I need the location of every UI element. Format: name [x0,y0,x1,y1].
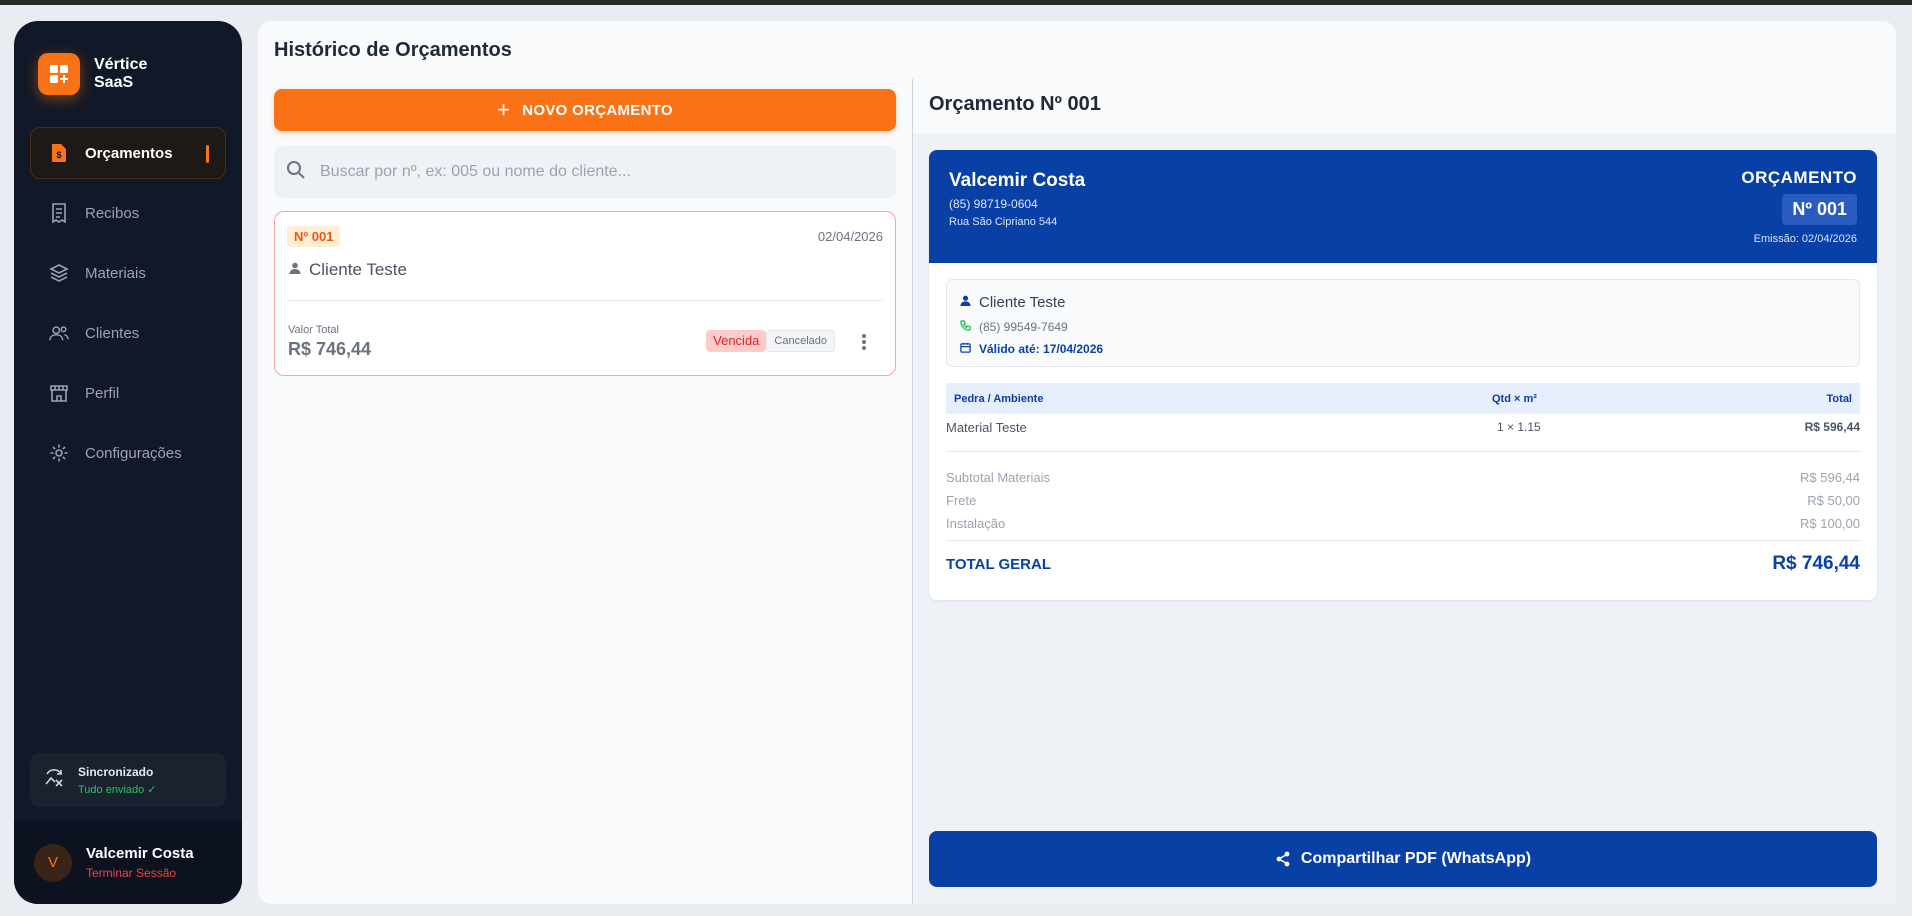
document-kind: ORÇAMENTO [1741,168,1857,187]
share-icon [1276,851,1290,867]
search-input[interactable] [320,163,880,181]
sync-subtitle: Tudo enviado ✓ [78,783,157,796]
grand-total-label: TOTAL GERAL [946,556,1051,573]
grand-total-value: R$ 746,44 [1772,553,1860,574]
sidebar-item-label: Perfil [85,384,120,402]
user-name: Valcemir Costa [86,845,194,862]
new-quote-button[interactable]: + NOVO ORÇAMENTO [274,89,896,131]
layers-icon [49,263,69,283]
client-valid-row: Válido até: 17/04/2026 [960,340,1103,358]
sidebar: Vértice SaaS $ Orçamentos Recibos Materi… [14,21,242,904]
sidebar-item-label: Configurações [85,444,182,462]
client-name-row: Cliente Teste [960,293,1065,311]
brand-line2: SaaS [94,74,134,91]
quote-total-value: R$ 746,44 [288,339,372,359]
person-icon [960,293,971,311]
sidebar-item-clientes[interactable]: Clientes [30,307,226,359]
company-name: Valcemir Costa [949,170,1086,191]
document-header: Valcemir Costa (85) 98719-0604 Rua São C… [929,150,1877,263]
status-badge-expired: Vencida [706,330,767,352]
document-emission-date: Emissão: 02/04/2026 [1753,233,1857,245]
company-address: Rua São Cipriano 544 [949,216,1058,228]
client-phone: (85) 99549-7649 [979,320,1068,334]
document-number: Nº 001 [1782,194,1857,225]
receipt-icon [49,203,69,223]
client-phone-row: (85) 99549-7649 [960,318,1068,336]
brand-line1: Vértice [94,56,148,73]
brand[interactable]: Vértice SaaS [38,53,164,95]
phone-icon [960,318,971,336]
sidebar-item-recibos[interactable]: Recibos [30,187,226,239]
quote-client-name: Cliente Teste [309,260,407,279]
quote-number-badge: Nº 001 [287,226,341,247]
table-divider [946,451,1860,452]
summary-label: Subtotal Materiais [946,470,1051,485]
summary-installation: Instalação R$ 100,00 [946,516,1860,531]
row-total: R$ 596,44 [1804,420,1860,434]
more-options-icon[interactable] [861,333,867,356]
summary-freight: Frete R$ 50,00 [946,493,1860,508]
search-bar [274,146,896,198]
quote-badges: Vencida Cancelado [706,330,835,352]
avatar[interactable]: V [34,843,72,882]
col-material: Pedra / Ambiente [954,393,1044,405]
row-material: Material Teste [946,420,1027,435]
sync-icon [44,768,66,793]
quote-card[interactable]: Nº 001 02/04/2026 Cliente Teste Valor To… [274,211,896,376]
summary-label: Instalação [946,516,1006,531]
users-icon [49,323,69,343]
card-divider [287,300,883,301]
quote-document: Valcemir Costa (85) 98719-0604 Rua São C… [929,150,1877,600]
client-name: Cliente Teste [979,293,1066,311]
search-icon [286,160,306,185]
share-pdf-label: Compartilhar PDF (WhatsApp) [1300,850,1532,867]
person-icon [289,261,301,279]
sidebar-item-materiais[interactable]: Materiais [30,247,226,299]
detail-title: Orçamento Nº 001 [929,93,1101,115]
row-qty: 1 × 1.15 [1497,420,1541,434]
company-phone: (85) 98719-0604 [949,197,1038,211]
sidebar-item-label: Materiais [85,264,146,282]
items-table-header: Pedra / Ambiente Qtd × m² Total [946,383,1860,414]
col-total: Total [1826,393,1852,405]
quote-total-label: Valor Total [288,324,339,336]
summary-divider [946,540,1860,541]
sidebar-item-label: Recibos [85,204,140,222]
sidebar-item-label: Orçamentos [85,144,173,162]
sidebar-item-orcamentos[interactable]: $ Orçamentos [30,127,226,179]
plus-icon: + [497,97,511,122]
page-title: Histórico de Orçamentos [274,39,512,61]
window-top-bar [0,0,1912,5]
summary-subtotal: Subtotal Materiais R$ 596,44 [946,470,1860,485]
new-quote-label: NOVO ORÇAMENTO [522,101,673,119]
sidebar-nav: $ Orçamentos Recibos Materiais Clientes [30,127,226,487]
svg-text:$: $ [56,150,61,160]
sidebar-item-perfil[interactable]: Perfil [30,367,226,419]
table-row: Material Teste 1 × 1.15 R$ 596,44 [946,413,1860,443]
gear-icon [49,443,69,463]
logout-link[interactable]: Terminar Sessão [86,866,194,880]
summary-label: Frete [946,493,977,508]
main-panel: Histórico de Orçamentos + NOVO ORÇAMENTO… [258,21,1896,904]
user-box: V Valcemir Costa Terminar Sessão [14,821,242,904]
share-pdf-button[interactable]: Compartilhar PDF (WhatsApp) [929,831,1877,887]
summary-value: R$ 596,44 [1800,470,1860,485]
quote-client: Cliente Teste [289,260,407,280]
quote-date: 02/04/2026 [817,229,883,244]
summary-value: R$ 100,00 [1800,516,1860,531]
store-icon [49,383,69,403]
brand-name: Vértice SaaS [94,56,164,92]
sidebar-item-label: Clientes [85,324,140,342]
sync-status: Sincronizado Tudo enviado ✓ [30,753,226,807]
brand-logo-icon [38,53,80,95]
col-qty: Qtd × m² [1492,393,1537,405]
calendar-icon [960,340,971,358]
valid-until: Válido até: 17/04/2026 [979,342,1104,356]
document-dollar-icon: $ [49,143,69,163]
status-badge-cancelled: Cancelado [766,330,835,352]
sidebar-item-configuracoes[interactable]: Configurações [30,427,226,479]
sync-title: Sincronizado [78,764,154,779]
summary-value: R$ 50,00 [1807,493,1860,508]
client-info-box: Cliente Teste (85) 99549-7649 Válido até… [946,279,1860,367]
